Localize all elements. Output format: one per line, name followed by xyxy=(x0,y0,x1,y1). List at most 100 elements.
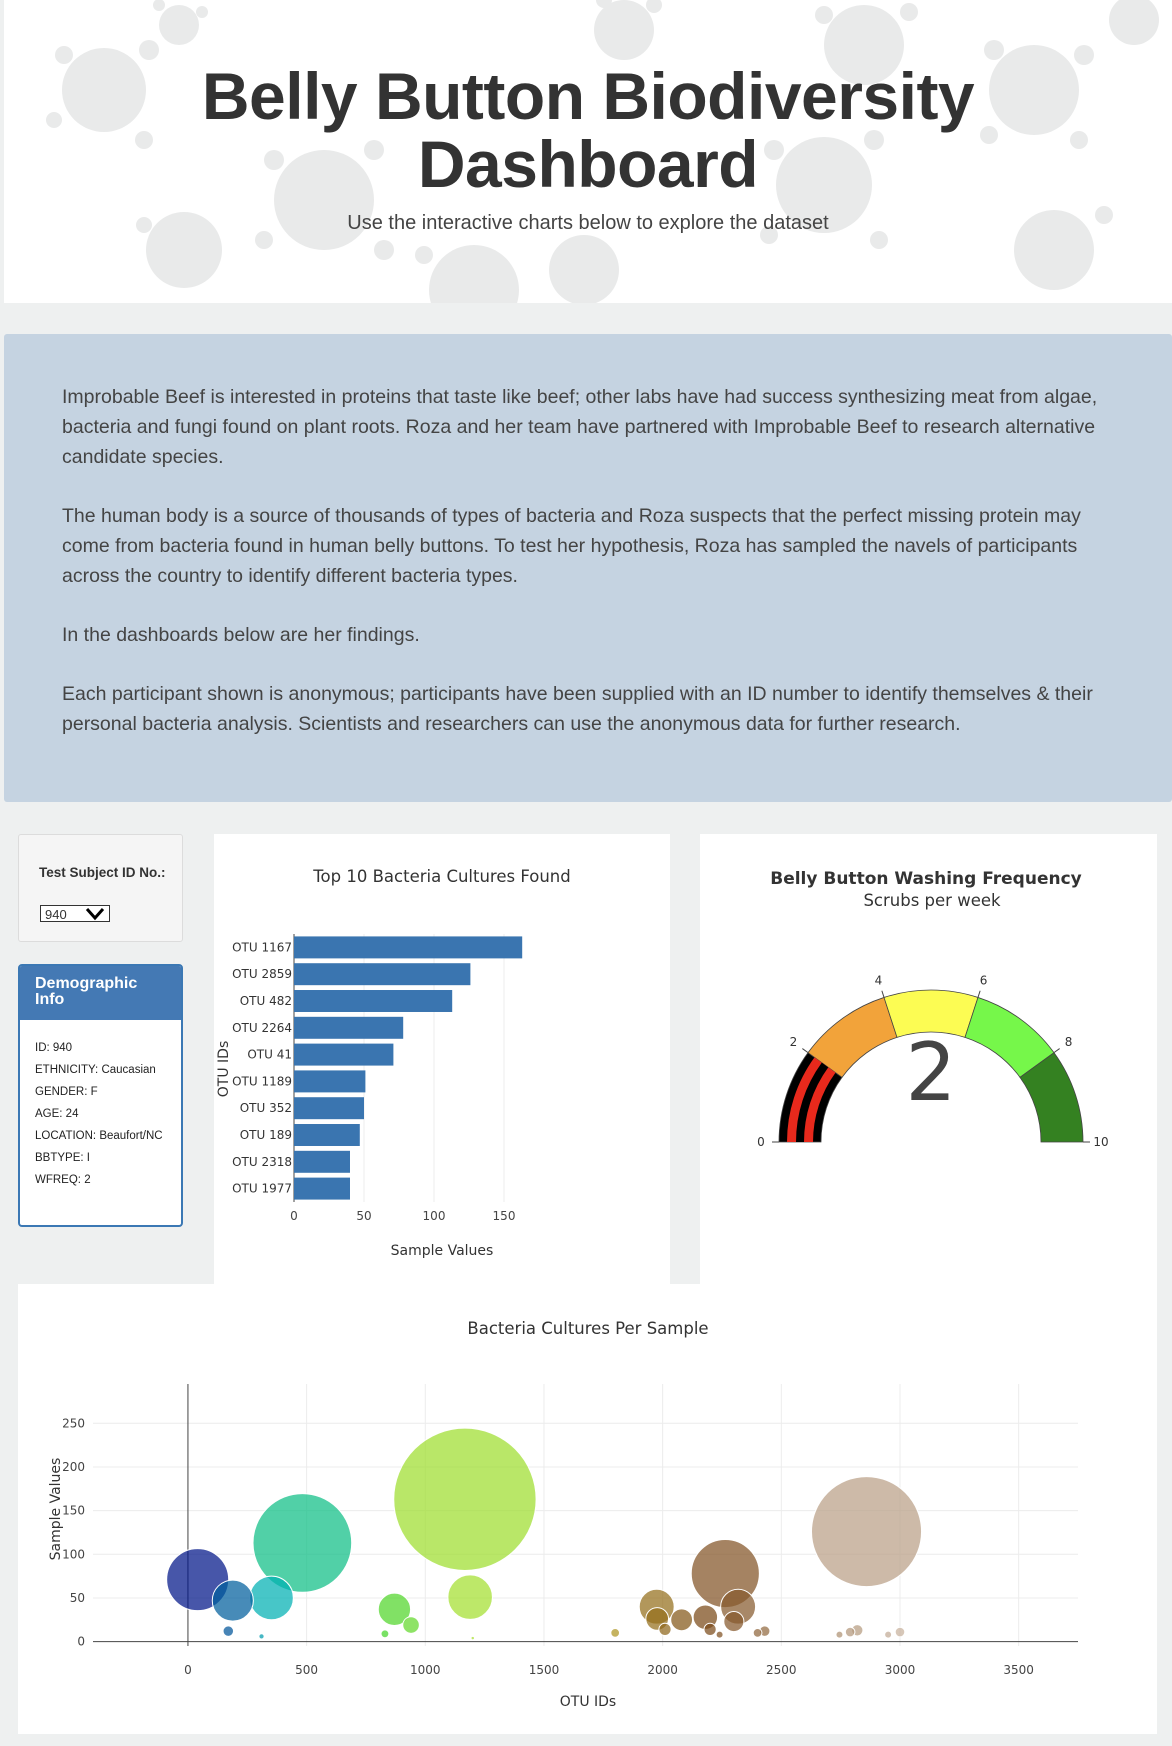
chevron-down-icon xyxy=(85,908,105,921)
bubble-y-tick-label: 100 xyxy=(62,1547,85,1561)
bar xyxy=(294,1016,404,1039)
bar-x-tick-label: 100 xyxy=(423,1209,446,1223)
bar-x-tick-label: 150 xyxy=(493,1209,516,1223)
demographic-list: ID: 940 ETHNICITY: Caucasian GENDER: F A… xyxy=(20,1020,181,1187)
gauge-tick xyxy=(1053,1048,1060,1054)
bar-chart-xlabel: Sample Values xyxy=(391,1243,494,1259)
bubble-x-tick-label: 1000 xyxy=(410,1663,441,1677)
bar-category-label: OTU 482 xyxy=(240,994,292,1008)
bubble-x-tick-label: 1500 xyxy=(529,1663,560,1677)
bubble-point xyxy=(752,1628,763,1638)
page-title-line1: Belly Button Biodiversity xyxy=(201,59,975,133)
demographic-item: WFREQ: 2 xyxy=(35,1174,91,1186)
bar-x-tick-label: 0 xyxy=(290,1209,298,1223)
gauge-tick-label: 8 xyxy=(1065,1035,1073,1049)
bubble-point xyxy=(258,1633,265,1640)
bubble-chart-title: Bacteria Cultures Per Sample xyxy=(467,1319,708,1338)
gauge-tick xyxy=(881,990,885,998)
gauge-title: Belly Button Washing Frequency xyxy=(770,869,1082,889)
bubble-point xyxy=(894,1626,906,1638)
bubble-point xyxy=(811,1476,923,1588)
demographic-item: GENDER: F xyxy=(35,1086,98,1098)
subject-selector-panel: Test Subject ID No.: 940 xyxy=(18,834,183,942)
bar-category-label: OTU 1189 xyxy=(232,1074,292,1088)
bubble-x-tick-label: 3500 xyxy=(1003,1663,1034,1677)
bubble-chart-ylabel: Sample Values xyxy=(48,1458,64,1561)
subject-id-label: Test Subject ID No.: xyxy=(39,865,166,880)
bar-category-label: OTU 2264 xyxy=(232,1021,292,1035)
bar xyxy=(294,1097,364,1120)
bubble-point xyxy=(835,1630,844,1639)
bubble-x-tick-label: 0 xyxy=(184,1663,192,1677)
gauge-chart-panel: Belly Button Washing Frequency Scrubs pe… xyxy=(700,834,1157,1284)
bar xyxy=(294,1070,366,1093)
bar xyxy=(294,1124,360,1146)
bar-chart: Top 10 Bacteria Cultures Found OTU 1167 O… xyxy=(216,867,571,1259)
bubble-point xyxy=(658,1622,672,1637)
bar xyxy=(294,1177,350,1200)
gauge-tick-label: 4 xyxy=(875,973,883,987)
bubble-x-tick-label: 500 xyxy=(295,1663,318,1677)
bubble-chart: Bacteria Cultures Per Sample 0 500 1000 150… xyxy=(48,1319,1078,1710)
gauge-tick-label: 2 xyxy=(790,1035,798,1049)
gauge-chart: Belly Button Washing Frequency Scrubs pe… xyxy=(757,869,1108,1149)
demographic-item: ETHNICITY: Caucasian xyxy=(35,1064,156,1076)
demographic-item: BBTYPE: I xyxy=(35,1152,90,1164)
demographic-info-panel: Demographic Info ID: 940 ETHNICITY: Cauc… xyxy=(18,964,183,1227)
bubble-point xyxy=(670,1608,694,1632)
bar xyxy=(294,1150,350,1173)
bar-category-label: OTU 41 xyxy=(247,1048,292,1062)
page-title-line2: Dashboard xyxy=(417,127,759,201)
bar-category-label: OTU 1167 xyxy=(232,940,292,954)
intro-paragraph: In the dashboards below are her findings… xyxy=(62,624,420,646)
bubble-point xyxy=(447,1574,493,1620)
intro-paragraph: Improbable Beef is interested in protein… xyxy=(62,386,1098,468)
bubble-point xyxy=(470,1635,476,1641)
bubble-point xyxy=(703,1622,717,1637)
demographic-info-title: Demographic Info xyxy=(20,966,181,1020)
bar-chart-panel: Top 10 Bacteria Cultures Found OTU 1167 O… xyxy=(214,834,670,1284)
intro-panel: Improbable Beef is interested in protein… xyxy=(4,334,1172,802)
gauge-subtitle: Scrubs per week xyxy=(863,891,1001,910)
bubble-point xyxy=(723,1611,745,1633)
bubble-point xyxy=(393,1427,537,1571)
demographic-item: AGE: 24 xyxy=(35,1108,79,1120)
gauge-tick xyxy=(802,1048,809,1054)
bubble-y-tick-label: 150 xyxy=(62,1504,85,1518)
bar-category-label: OTU 189 xyxy=(240,1128,292,1142)
bubble-y-tick-label: 0 xyxy=(77,1635,85,1649)
demographic-item: ID: 940 xyxy=(35,1042,73,1054)
bar xyxy=(294,963,471,986)
bubble-chart-xlabel: OTU IDs xyxy=(560,1694,616,1710)
gauge-tick xyxy=(977,990,981,998)
bubble-point xyxy=(249,1575,294,1621)
bar-category-label: OTU 1977 xyxy=(232,1182,292,1196)
bar-category-label: OTU 2859 xyxy=(232,967,292,981)
bar-chart-ylabel: OTU IDs xyxy=(216,1041,232,1097)
bubble-point xyxy=(211,1579,254,1622)
bubble-y-tick-label: 250 xyxy=(62,1416,85,1430)
bubble-point xyxy=(715,1630,724,1639)
bubble-point xyxy=(222,1625,235,1637)
bar xyxy=(294,936,523,959)
bubble-x-tick-label: 2500 xyxy=(766,1663,797,1677)
bubble-y-tick-label: 50 xyxy=(70,1591,85,1605)
demographic-item: LOCATION: Beaufort/NC xyxy=(35,1130,163,1142)
gauge-tick-label: 6 xyxy=(980,973,988,987)
bar-category-label: OTU 2318 xyxy=(232,1155,292,1169)
bubble-point xyxy=(844,1626,856,1638)
bubble-point xyxy=(380,1629,390,1639)
bar-x-tick-label: 50 xyxy=(356,1209,371,1223)
bubble-x-tick-label: 2000 xyxy=(647,1663,678,1677)
bubble-x-tick-label: 3000 xyxy=(885,1663,916,1677)
bar-category-label: OTU 352 xyxy=(240,1101,292,1115)
subject-id-select[interactable]: 940 xyxy=(40,905,110,922)
bubble-point xyxy=(884,1630,893,1639)
bar-chart-title: Top 10 Bacteria Cultures Found xyxy=(312,867,570,886)
intro-paragraph: Each participant shown is anonymous; par… xyxy=(62,683,1093,735)
bar xyxy=(294,990,453,1012)
bubble-point xyxy=(402,1616,420,1634)
gauge-tick-label: 0 xyxy=(757,1135,765,1149)
page-subtitle: Use the interactive charts below to expl… xyxy=(347,212,829,234)
intro-paragraph: The human body is a source of thousands … xyxy=(62,505,1081,587)
